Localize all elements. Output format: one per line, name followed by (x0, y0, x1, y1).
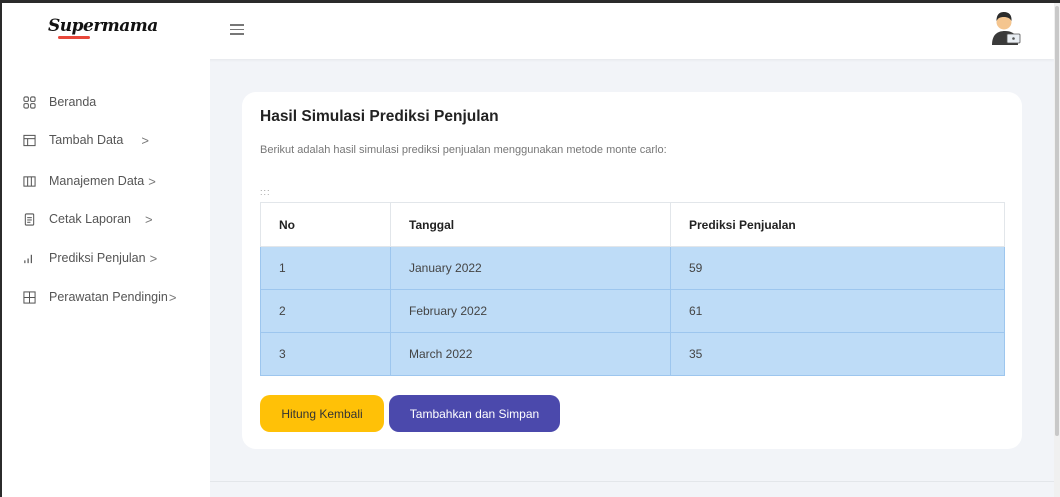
chevron-right-icon: > (148, 173, 156, 189)
layout-icon (22, 133, 36, 147)
hamburger-icon[interactable] (230, 24, 244, 35)
sidebar-item-perawatan-pendingin[interactable]: Perawatan Pendingin > (22, 287, 176, 307)
sidebar-item-prediksi-penjulan[interactable]: Prediksi Penjulan > (22, 248, 157, 268)
column-header-prediksi: Prediksi Penjualan (670, 202, 1005, 247)
brand-logo[interactable]: Supermama (48, 16, 158, 36)
chevron-right-icon: > (168, 289, 177, 305)
page-subtitle: Berikut adalah hasil simulasi prediksi p… (260, 144, 667, 156)
sidebar-item-label: Tambah Data (49, 133, 124, 147)
prediction-table: No Tanggal Prediksi Penjualan 1 January … (260, 202, 1005, 376)
chevron-right-icon: > (145, 211, 153, 227)
columns-icon (22, 174, 36, 188)
sidebar-item-beranda[interactable]: Beranda (22, 92, 96, 112)
sidebar-item-label: Manajemen Data (49, 174, 145, 188)
table-cell-no: 1 (260, 246, 391, 290)
page-title: Hasil Simulasi Prediksi Penjulan (260, 108, 499, 125)
top-navbar (2, 3, 1054, 59)
table-cell-prediksi: 59 (670, 246, 1005, 290)
column-header-no: No (260, 202, 391, 247)
table-cell-tanggal: January 2022 (390, 246, 671, 290)
scrollbar-thumb[interactable] (1055, 6, 1059, 436)
user-avatar-icon[interactable] (988, 10, 1022, 46)
drag-handle-icon[interactable]: ::: (260, 187, 271, 197)
sidebar-item-cetak-laporan[interactable]: Cetak Laporan > (22, 209, 153, 229)
table-cell-prediksi: 61 (670, 289, 1005, 333)
table-row: 1 January 2022 59 (260, 246, 1005, 290)
document-icon (22, 212, 36, 226)
sidebar-item-label: Cetak Laporan (49, 212, 132, 226)
sidebar-item-label: Beranda (49, 95, 97, 109)
table-cell-tanggal: February 2022 (390, 289, 671, 333)
grid-icon (22, 95, 36, 109)
table-cell-tanggal: March 2022 (390, 332, 671, 376)
sidebar-item-label: Perawatan Pendingin (49, 290, 168, 304)
table-header-row: No Tanggal Prediksi Penjualan (260, 202, 1005, 247)
table-cell-no: 3 (260, 332, 391, 376)
chevron-right-icon: > (141, 132, 149, 148)
table-row: 2 February 2022 61 (260, 289, 1005, 333)
result-card: Hasil Simulasi Prediksi Penjulan Berikut… (242, 92, 1022, 449)
add-and-save-button[interactable]: Tambahkan dan Simpan (389, 395, 560, 432)
footer-divider (210, 481, 1054, 482)
recalculate-button[interactable]: Hitung Kembali (260, 395, 384, 432)
sidebar-item-tambah-data[interactable]: Tambah Data > (22, 130, 149, 150)
table-cell-prediksi: 35 (670, 332, 1005, 376)
bar-chart-icon (22, 251, 36, 265)
sidebar-item-manajemen-data[interactable]: Manajemen Data > (22, 171, 156, 191)
table-grid-icon (22, 290, 36, 304)
sidebar (2, 59, 210, 497)
logo-underline (58, 36, 90, 39)
sidebar-item-label: Prediksi Penjulan (49, 251, 146, 265)
chevron-right-icon: > (149, 250, 158, 266)
table-row: 3 March 2022 35 (260, 332, 1005, 376)
column-header-tanggal: Tanggal (390, 202, 671, 247)
table-cell-no: 2 (260, 289, 391, 333)
